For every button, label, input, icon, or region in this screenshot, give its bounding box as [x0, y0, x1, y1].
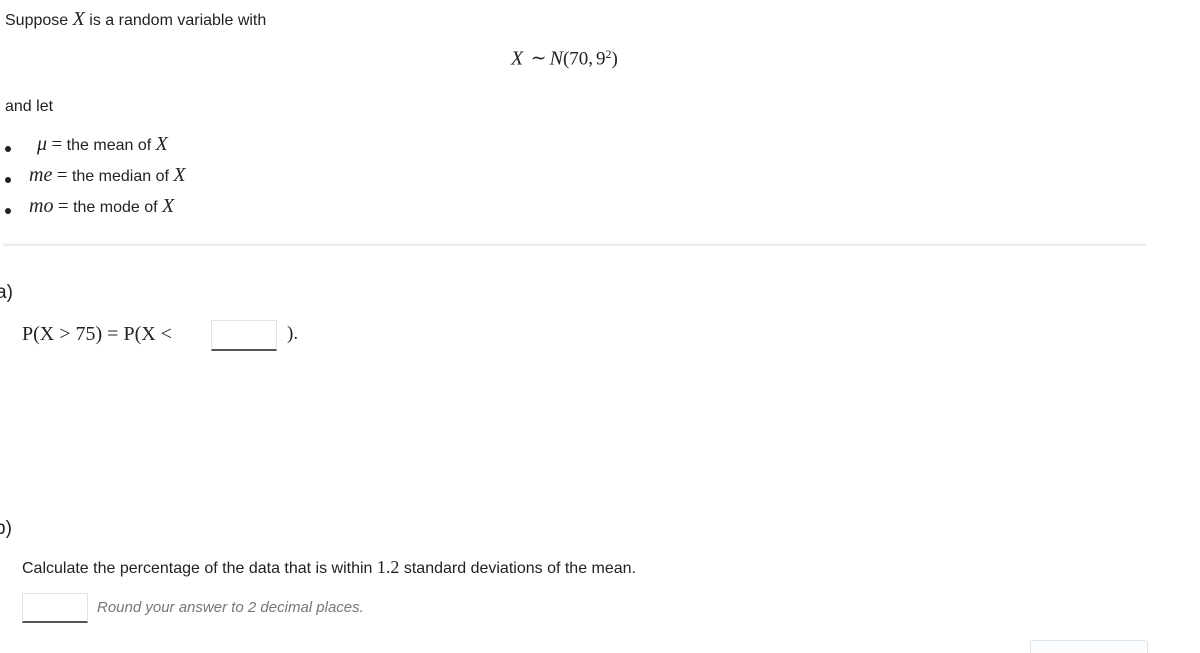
median-symbol: me	[29, 164, 53, 186]
distribution-equation: X ∼ N(70, 92)	[511, 47, 618, 70]
part-b-question-num: 1.2	[376, 557, 400, 577]
part-b-question-before: Calculate the percentage of the data tha…	[22, 560, 373, 577]
median-text: the median of	[71, 168, 169, 185]
and-let-text: and let	[5, 98, 54, 115]
median-var: X	[173, 164, 186, 186]
section-divider	[3, 243, 1146, 246]
definition-item-mean: μ = the mean of X	[37, 133, 168, 156]
mode-eq: =	[57, 196, 69, 217]
dist-variable: X	[511, 47, 524, 70]
part-b-hint: Round your answer to 2 decimal places.	[97, 599, 364, 616]
part-b-question: Calculate the percentage of the data tha…	[22, 557, 636, 578]
partial-button[interactable]	[1030, 640, 1148, 653]
dist-mean: 70	[569, 48, 589, 70]
mode-symbol: mo	[29, 195, 54, 217]
dist-sim: ∼	[530, 48, 547, 70]
part-a-equation-lhs: P(X > 75) = P(X <	[22, 323, 172, 345]
part-b-answer-input[interactable]	[22, 593, 88, 623]
intro-line: Suppose X is a random variable with	[5, 8, 266, 31]
dist-sd-base: 9	[596, 48, 606, 70]
intro-variable: X	[72, 8, 85, 30]
mean-text: the mean of	[66, 137, 152, 154]
definition-item-mode: mo = the mode of X	[29, 195, 174, 218]
median-eq: =	[56, 165, 68, 186]
part-b-label: b)	[0, 518, 12, 539]
mode-var: X	[162, 195, 175, 217]
part-a-label: a)	[0, 282, 13, 303]
mean-symbol: μ	[37, 133, 48, 155]
definition-item-median: me = the median of X	[29, 164, 186, 187]
bullet-icon	[5, 177, 11, 183]
bullet-icon	[5, 146, 11, 152]
part-b-question-after: standard deviations of the mean.	[403, 560, 637, 577]
intro-text-after: is a random variable with	[89, 12, 267, 29]
mean-var: X	[155, 133, 168, 155]
bullet-icon	[5, 208, 11, 214]
dist-comma: ,	[588, 48, 594, 70]
part-a-answer-input[interactable]	[211, 320, 277, 351]
mean-eq: =	[51, 134, 63, 155]
intro-text-before: Suppose	[5, 12, 69, 29]
mode-text: the mode of	[73, 199, 158, 216]
dist-close: )	[611, 48, 618, 70]
part-a-equation-rhs: ).	[287, 323, 299, 344]
dist-name: N	[549, 47, 563, 70]
